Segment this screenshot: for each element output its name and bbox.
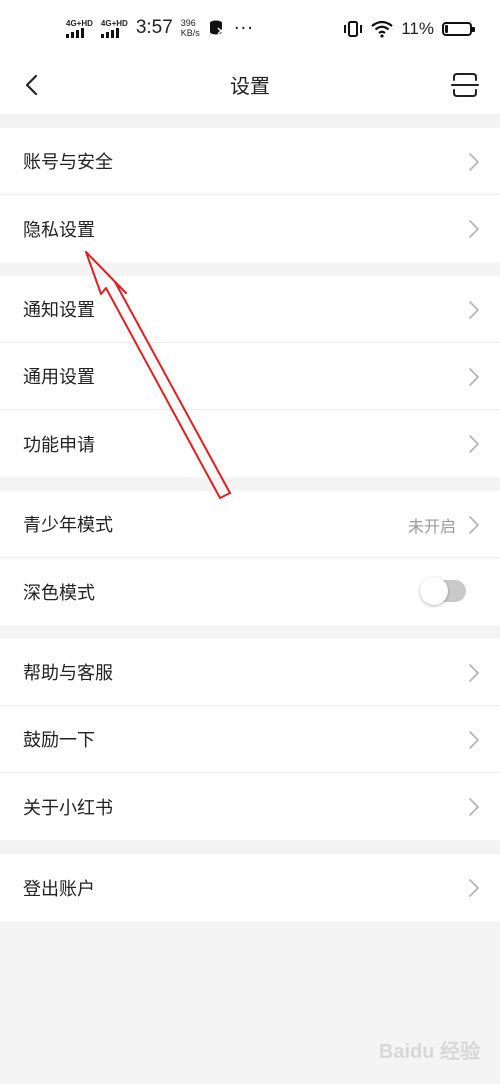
group-separator xyxy=(0,840,500,854)
chevron-right-icon xyxy=(469,153,479,171)
status-bar: 4G+HD 4G+HD 3:57 396 KB/s ··· 11% xyxy=(0,0,500,56)
signal-bars-icon xyxy=(100,27,119,38)
settings-row-value: 未开启 xyxy=(407,517,456,536)
settings-row-label: 帮助与客服 xyxy=(23,663,113,684)
settings-row[interactable]: 登出账户 xyxy=(0,854,500,921)
signal-bars-icon xyxy=(66,27,84,38)
settings-row-label: 隐私设置 xyxy=(23,219,95,241)
chevron-right-icon xyxy=(469,664,479,682)
settings-group: 帮助与客服鼓励一下关于小红书 xyxy=(0,639,500,840)
settings-row-label: 鼓励一下 xyxy=(23,730,95,751)
navigation-bar: 设置 xyxy=(0,56,500,114)
settings-list: 账号与安全隐私设置通知设置通用设置功能申请青少年模式 未开启深色模式帮助与客服鼓励… xyxy=(0,114,500,921)
settings-row-label: 功能申请 xyxy=(23,434,95,456)
signal-1: 4G+HD xyxy=(66,19,93,38)
settings-row[interactable]: 功能申请 xyxy=(0,410,500,477)
toggle-knob xyxy=(420,577,448,605)
settings-row-label: 青少年模式 xyxy=(23,515,113,536)
status-right: 11% xyxy=(343,16,475,42)
settings-row[interactable]: 帮助与客服 xyxy=(0,639,500,706)
dark-mode-toggle[interactable] xyxy=(420,577,466,605)
settings-group: 账号与安全 隐私设置 xyxy=(0,128,500,262)
settings-group: 通知设置通用设置功能申请 xyxy=(0,276,500,477)
settings-row[interactable]: 青少年模式 未开启 xyxy=(0,491,500,558)
settings-row-label: 关于小红书 xyxy=(23,797,113,819)
network-type-2: 4G+HD xyxy=(100,18,128,28)
settings-row-label: 深色模式 xyxy=(23,582,95,604)
settings-group: 青少年模式 未开启深色模式 xyxy=(0,491,500,625)
page-title: 设置 xyxy=(230,74,270,98)
wifi-icon xyxy=(371,20,393,38)
group-separator xyxy=(0,477,500,491)
settings-row-label: 通用设置 xyxy=(23,367,95,388)
vibrate-icon xyxy=(344,21,363,37)
chevron-right-icon xyxy=(469,798,479,816)
network-speed: 396 KB/s xyxy=(181,18,200,38)
chevron-right-icon xyxy=(469,368,479,386)
watermark: Baidu 经验 xyxy=(378,1041,480,1063)
settings-row-label: 账号与安全 xyxy=(23,152,113,173)
group-separator xyxy=(0,114,500,128)
settings-row[interactable]: 深色模式 xyxy=(0,558,500,625)
status-left: 4G+HD 4G+HD 3:57 396 KB/s ··· xyxy=(66,14,254,42)
settings-row[interactable]: 关于小红书 xyxy=(0,773,500,840)
data-saver-icon xyxy=(209,20,225,35)
settings-row[interactable]: 鼓励一下 xyxy=(0,706,500,773)
chevron-right-icon xyxy=(469,220,479,238)
network-type-1: 4G+HD xyxy=(66,18,93,28)
more-notifications-icon: ··· xyxy=(233,17,254,39)
settings-row[interactable]: 隐私设置 xyxy=(0,195,500,262)
chevron-right-icon xyxy=(469,879,479,897)
status-time: 3:57 xyxy=(135,17,173,38)
settings-group: 登出账户 xyxy=(0,854,500,921)
scan-icon[interactable] xyxy=(450,70,480,100)
speed-value: 396 xyxy=(180,18,196,28)
signal-2: 4G+HD xyxy=(100,18,128,38)
battery-fill xyxy=(445,25,448,33)
settings-row[interactable]: 通用设置 xyxy=(0,343,500,410)
speed-unit: KB/s xyxy=(180,28,200,38)
group-separator xyxy=(0,625,500,639)
settings-row-label: 通知设置 xyxy=(23,300,95,321)
battery-percentage: 11% xyxy=(401,19,434,38)
battery-icon xyxy=(442,22,475,36)
chevron-right-icon xyxy=(469,516,479,534)
settings-row[interactable]: 账号与安全 xyxy=(0,128,500,195)
settings-row[interactable]: 通知设置 xyxy=(0,276,500,343)
chevron-right-icon xyxy=(469,731,479,749)
chevron-right-icon xyxy=(469,435,479,453)
chevron-right-icon xyxy=(469,301,479,319)
group-separator xyxy=(0,262,500,276)
settings-row-label: 登出账户 xyxy=(23,878,95,900)
